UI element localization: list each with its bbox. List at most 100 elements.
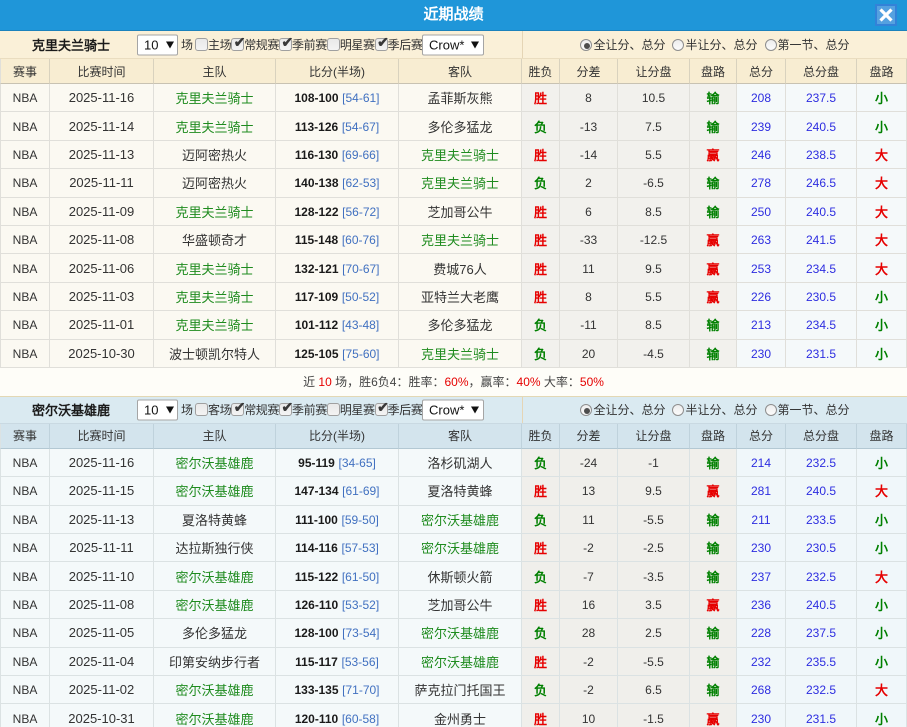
checkbox-checked[interactable]: ✔: [279, 403, 292, 416]
league-cell-text: NBA: [13, 626, 38, 640]
final-score: 108-100: [294, 91, 338, 105]
result-cell-text: 负: [534, 120, 547, 135]
result-cell-text: 胜: [534, 598, 547, 613]
radio-全让分、总分[interactable]: 全让分、总分: [580, 401, 665, 418]
close-button[interactable]: [875, 4, 897, 26]
home-team-cell-text: 密尔沃基雄鹿: [175, 598, 253, 613]
chevron-down-icon: [471, 41, 479, 48]
handicap-line-cell-text: 7.5: [645, 120, 662, 134]
result-cell: 胜: [522, 254, 560, 282]
away-team-cell-text: 费城76人: [433, 262, 486, 277]
radio-第一节、总分[interactable]: 第一节、总分: [765, 401, 850, 418]
checkbox-unchecked[interactable]: ✔: [195, 403, 208, 416]
total-line-cell: 231.5: [786, 340, 857, 368]
results-table-head: 赛事比赛时间主队比分(半场)客队胜负分差让分盘盘路总分总分盘盘路: [0, 59, 907, 84]
score-cell: 114-116 [57-53]: [276, 534, 399, 562]
away-team-cell: 芝加哥公牛: [399, 591, 522, 619]
half-score: [69-66]: [342, 148, 379, 162]
radio-unselected[interactable]: [765, 39, 777, 51]
column-header: 比赛时间: [50, 59, 154, 84]
away-team-cell: 密尔沃基雄鹿: [399, 534, 522, 562]
handicap-result-cell-text: 输: [706, 91, 719, 106]
filter-主场[interactable]: ✔主场: [195, 36, 231, 53]
filter-常规赛[interactable]: ✔常规赛: [231, 401, 279, 418]
filter-明星赛[interactable]: ✔明星赛: [327, 36, 375, 53]
handicap-result-cell-text: 输: [706, 683, 719, 698]
games-count-select[interactable]: 10: [137, 34, 178, 55]
home-team-cell: 密尔沃基雄鹿: [154, 449, 276, 477]
source-select[interactable]: Crow*: [422, 399, 484, 420]
source-select[interactable]: Crow*: [422, 34, 484, 55]
league-cell: NBA: [0, 449, 50, 477]
results-table: 赛事比赛时间主队比分(半场)客队胜负分差让分盘盘路总分总分盘盘路 NBA 2025…: [0, 424, 907, 727]
away-team-cell-text: 多伦多猛龙: [427, 120, 492, 135]
handicap-result-cell: 输: [690, 112, 737, 140]
date-cell: 2025-11-16: [50, 84, 154, 112]
checkbox-checked[interactable]: ✔: [375, 403, 388, 416]
over-under-cell: 小: [857, 704, 907, 727]
checkbox-checked[interactable]: ✔: [231, 38, 244, 51]
checkbox-unchecked[interactable]: ✔: [327, 38, 340, 51]
league-cell: NBA: [0, 591, 50, 619]
date-cell: 2025-11-02: [50, 676, 154, 704]
point-diff-cell-text: -14: [580, 148, 597, 162]
radio-第一节、总分[interactable]: 第一节、总分: [765, 36, 850, 53]
final-score: 115-117: [295, 655, 338, 669]
away-team-cell: 密尔沃基雄鹿: [399, 619, 522, 647]
filter-客场[interactable]: ✔客场: [195, 401, 231, 418]
checkbox-checked[interactable]: ✔: [231, 403, 244, 416]
point-diff-cell-text: -7: [583, 570, 594, 584]
column-header-row: 赛事比赛时间主队比分(半场)客队胜负分差让分盘盘路总分总分盘盘路: [0, 424, 907, 449]
checkbox-checked[interactable]: ✔: [279, 38, 292, 51]
column-header: 赛事: [0, 59, 50, 84]
league-cell-text: NBA: [13, 176, 38, 190]
radio-unselected[interactable]: [765, 404, 777, 416]
filter-常规赛[interactable]: ✔常规赛: [231, 36, 279, 53]
handicap-result-cell-text: 输: [706, 655, 719, 670]
final-score: 147-134: [294, 484, 338, 498]
games-count-select[interactable]: 10: [137, 399, 178, 420]
filter-季前赛[interactable]: ✔季前赛: [279, 36, 327, 53]
radio-半让分、总分[interactable]: 半让分、总分: [672, 36, 757, 53]
checkbox-checked[interactable]: ✔: [375, 38, 388, 51]
column-header: 让分盘: [618, 424, 690, 449]
handicap-result-cell-text: 输: [706, 205, 719, 220]
filter-明星赛[interactable]: ✔明星赛: [327, 401, 375, 418]
summary-text: ，赢率：: [469, 373, 517, 390]
date-cell-text: 2025-10-31: [68, 711, 135, 726]
radio-selected[interactable]: [580, 39, 592, 51]
dialog-title: 近期战绩: [0, 0, 907, 30]
date-cell-text: 2025-11-09: [69, 204, 135, 219]
away-team-cell-text: 夏洛特黄蜂: [427, 484, 492, 499]
filter-label: 常规赛: [244, 401, 279, 418]
radio-unselected[interactable]: [672, 39, 684, 51]
checkbox-unchecked[interactable]: ✔: [195, 38, 208, 51]
result-cell-text: 负: [534, 570, 547, 585]
league-cell-text: NBA: [13, 205, 38, 219]
handicap-result-cell-text: 赢: [706, 290, 719, 305]
final-score: 115-122: [295, 570, 338, 584]
over-under-cell: 大: [857, 562, 907, 590]
team-name: 克里夫兰骑士: [0, 31, 142, 58]
filter-季前赛[interactable]: ✔季前赛: [279, 401, 327, 418]
close-icon: [877, 6, 895, 24]
point-diff-cell-text: -13: [580, 120, 597, 134]
half-score: [70-67]: [342, 262, 379, 276]
radio-unselected[interactable]: [672, 404, 684, 416]
checkbox-unchecked[interactable]: ✔: [327, 403, 340, 416]
score-cell: 147-134 [61-69]: [276, 477, 399, 505]
filter-季后赛[interactable]: ✔季后赛: [375, 36, 423, 53]
filter-季后赛[interactable]: ✔季后赛: [375, 401, 423, 418]
over-under-cell-text: 小: [875, 347, 888, 362]
radio-selected[interactable]: [580, 404, 592, 416]
home-team-cell: 克里夫兰骑士: [154, 254, 276, 282]
radio-全让分、总分[interactable]: 全让分、总分: [580, 36, 665, 53]
total-line-cell: 235.5: [786, 648, 857, 676]
handicap-result-cell: 输: [690, 534, 737, 562]
stat-mode-radio-group: 全让分、总分半让分、总分第一节、总分: [523, 31, 907, 58]
radio-半让分、总分[interactable]: 半让分、总分: [672, 401, 757, 418]
point-diff-cell-text: 8: [585, 91, 592, 105]
handicap-line-cell-text: 8.5: [645, 205, 662, 219]
point-diff-cell: -13: [560, 112, 618, 140]
date-cell-text: 2025-10-30: [68, 346, 135, 361]
